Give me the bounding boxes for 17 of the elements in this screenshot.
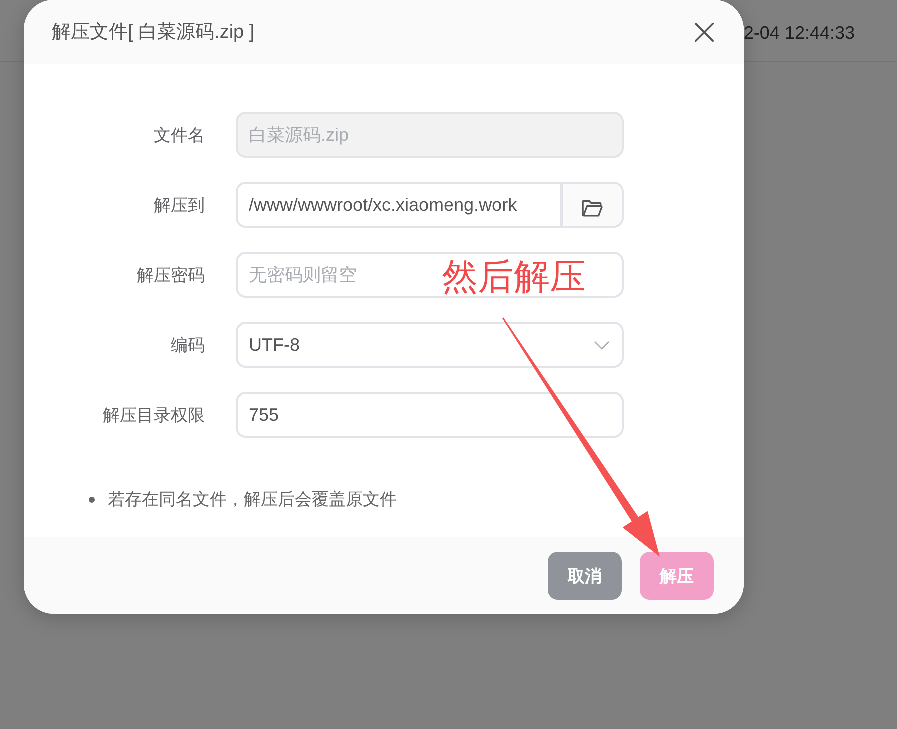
close-icon[interactable] [695, 22, 714, 42]
text-input[interactable]: 755 [236, 392, 624, 438]
chevron-down-icon [594, 340, 610, 350]
annotation-text: 然后解压 [442, 255, 586, 299]
dialog-title: 解压文件[ 白菜源码.zip ] [52, 21, 255, 45]
folder-icon [582, 200, 603, 216]
field-label: 编码 [170, 334, 205, 356]
field-label: 解压目录权限 [102, 404, 205, 426]
path-input[interactable]: /www/wwwroot/xc.xiaomeng.work [236, 182, 562, 228]
field-label: 文件名 [153, 124, 205, 146]
note-text: 若存在同名文件，解压后会覆盖原文件 [108, 489, 397, 511]
timestamp-text: 2-04 12:44:33 [744, 22, 855, 44]
field-label: 解压密码 [136, 264, 205, 286]
bullet-icon [89, 496, 95, 502]
encoding-select[interactable]: UTF-8 [236, 322, 624, 368]
browse-folder-button[interactable] [562, 182, 624, 228]
field-label: 解压到 [153, 194, 205, 216]
